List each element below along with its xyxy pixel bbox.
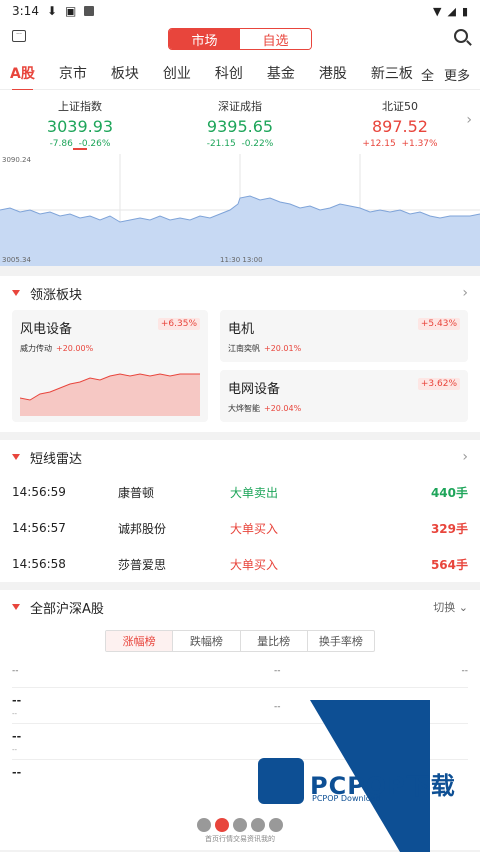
more-tabs-button[interactable]: 更多: [444, 65, 470, 84]
radar-amount: 564手: [430, 557, 468, 572]
caret-down-icon: [12, 454, 20, 460]
index-value: 9395.65: [206, 117, 274, 136]
index-summary: 上证指数 3039.93 -7.86 -0.26% 深证成指 9395.65 -…: [0, 90, 480, 154]
tab-turnover[interactable]: 换手率榜: [308, 631, 374, 651]
section-title: 全部沪深A股: [30, 601, 104, 617]
selected-index-indicator: [73, 148, 87, 150]
section-title: 短线雷达: [30, 451, 83, 467]
market-watchlist-toggle: 市场 自选: [168, 28, 312, 50]
radar-amount: 329手: [430, 521, 468, 536]
status-bar: 3:14 ⬇ ▣ ▼ ◢ ▮: [0, 0, 480, 22]
section-header[interactable]: 短线雷达 ›: [0, 440, 480, 474]
index-name: 上证指数: [58, 100, 102, 113]
tab-beijing[interactable]: 京市: [59, 63, 87, 83]
ranking-tabs: 涨幅榜 跌幅榜 量比榜 换手率榜: [105, 630, 375, 652]
index-change: +12.15 +1.37%: [362, 139, 438, 149]
sector-change-badge: +6.35%: [157, 318, 200, 330]
index-card-bj50[interactable]: 北证50 897.52 +12.15 +1.37%: [320, 90, 480, 154]
chevron-right-icon[interactable]: ›: [462, 449, 468, 465]
radar-stock: 康普顿: [118, 485, 155, 500]
caret-down-icon: [12, 290, 20, 296]
table-row[interactable]: -- -- --: [12, 652, 468, 688]
tab-fund[interactable]: 基金: [267, 63, 295, 83]
tab-chinext[interactable]: 创业: [163, 63, 191, 83]
section-header[interactable]: 领涨板块 ›: [0, 276, 480, 310]
home-icon[interactable]: [197, 818, 211, 832]
tab-losers[interactable]: 跌幅榜: [173, 631, 241, 651]
top-bar: ··· 市场 自选: [0, 22, 480, 56]
index-name: 北证50: [382, 100, 418, 113]
signal-icon: ◢: [447, 4, 456, 18]
radar-row[interactable]: 14:56:58 莎普爱思 大单买入 564手: [0, 546, 480, 582]
sector-card-primary[interactable]: 风电设备 +6.35% 威力传动 +20.00%: [12, 310, 208, 422]
tab-volume-ratio[interactable]: 量比榜: [241, 631, 308, 651]
chevron-right-icon[interactable]: ›: [462, 285, 468, 301]
wifi-icon: ▼: [433, 4, 442, 18]
sector-card[interactable]: 电机 +5.43% 江南奕帆 +20.01%: [220, 310, 468, 362]
trade-icon[interactable]: [233, 818, 247, 832]
clock: 3:14: [12, 4, 39, 18]
switch-button[interactable]: 切换 ⌄: [433, 599, 468, 615]
index-card-sz[interactable]: 深证成指 9395.65 -21.15 -0.22%: [160, 90, 320, 154]
leading-sectors-section: 领涨板块 › 风电设备 +6.35% 威力传动 +20.00% 电机 +5.43%…: [0, 276, 480, 432]
sector-lead-stock: 江南奕帆 +20.01%: [228, 344, 302, 353]
chevron-right-icon[interactable]: ›: [466, 112, 472, 128]
sector-lead-stock: 威力传动 +20.00%: [20, 344, 94, 353]
index-value: 897.52: [372, 117, 428, 136]
watchlist-tab[interactable]: 自选: [240, 29, 311, 49]
radar-time: 14:56:58: [12, 557, 66, 571]
index-value: 3039.93: [46, 117, 114, 136]
radar-row[interactable]: 14:56:57 诚邦股份 大单买入 329手: [0, 510, 480, 546]
sector-change-badge: +3.62%: [417, 378, 460, 390]
radar-action: 大单买入: [230, 521, 279, 536]
sector-card[interactable]: 电网设备 +3.62% 大烨智能 +20.04%: [220, 370, 468, 422]
index-card-sh[interactable]: 上证指数 3039.93 -7.86 -0.26%: [0, 90, 160, 154]
radar-section: 短线雷达 › 14:56:59 康普顿 大单卖出 440手 14:56:57 诚…: [0, 440, 480, 582]
radar-amount: 440手: [430, 485, 468, 500]
notification-icon: ▣: [65, 4, 77, 18]
tab-sector[interactable]: 板块: [111, 63, 139, 83]
chart-high-label: 3090.24: [2, 156, 31, 164]
intraday-chart-svg: [0, 154, 480, 266]
watermark-subtitle: PCPOP Download: [312, 794, 381, 803]
chart-time-label: 11:30 13:00: [220, 256, 263, 264]
message-icon[interactable]: ···: [12, 30, 26, 42]
radar-action: 大单买入: [230, 557, 279, 572]
radar-time: 14:56:59: [12, 485, 66, 499]
section-title: 领涨板块: [30, 287, 83, 303]
radar-stock: 诚邦股份: [118, 521, 167, 536]
tab-star[interactable]: 科创: [215, 63, 243, 83]
caret-down-icon: [12, 604, 20, 610]
search-icon[interactable]: [454, 29, 468, 43]
radar-stock: 莎普爱思: [118, 557, 167, 572]
market-tab[interactable]: 市场: [169, 29, 240, 49]
section-header: 全部沪深A股 切换 ⌄: [0, 590, 480, 624]
sector-change-badge: +5.43%: [417, 318, 460, 330]
chart-low-label: 3005.34: [2, 256, 31, 264]
download-icon: ⬇: [46, 4, 58, 18]
watermark-logo: [258, 758, 304, 804]
radar-row[interactable]: 14:56:59 康普顿 大单卖出 440手: [0, 474, 480, 510]
market-icon[interactable]: [215, 818, 229, 832]
tab-hk[interactable]: 港股: [319, 63, 347, 83]
index-name: 深证成指: [218, 100, 262, 113]
tab-all[interactable]: 全: [421, 65, 434, 84]
index-change: -21.15 -0.22%: [206, 139, 274, 149]
radar-time: 14:56:57: [12, 521, 66, 535]
watermark-overlay: PCPOP下载 PCPOP Download: [250, 700, 480, 852]
app-notification-icon: [84, 6, 95, 16]
sector-sparkline: [20, 373, 200, 416]
intraday-chart[interactable]: 3090.24 3005.34 11:30 13:00: [0, 154, 480, 266]
tab-gainers[interactable]: 涨幅榜: [106, 631, 174, 651]
market-category-tabs: A股 京市 板块 创业 科创 基金 港股 新三板 全 更多: [0, 56, 480, 91]
tab-a-shares[interactable]: A股: [10, 63, 35, 91]
sector-lead-stock: 大烨智能 +20.04%: [228, 404, 302, 413]
tab-neeq[interactable]: 新三板: [371, 63, 413, 83]
battery-icon: ▮: [461, 4, 468, 18]
radar-action: 大单卖出: [230, 485, 279, 500]
